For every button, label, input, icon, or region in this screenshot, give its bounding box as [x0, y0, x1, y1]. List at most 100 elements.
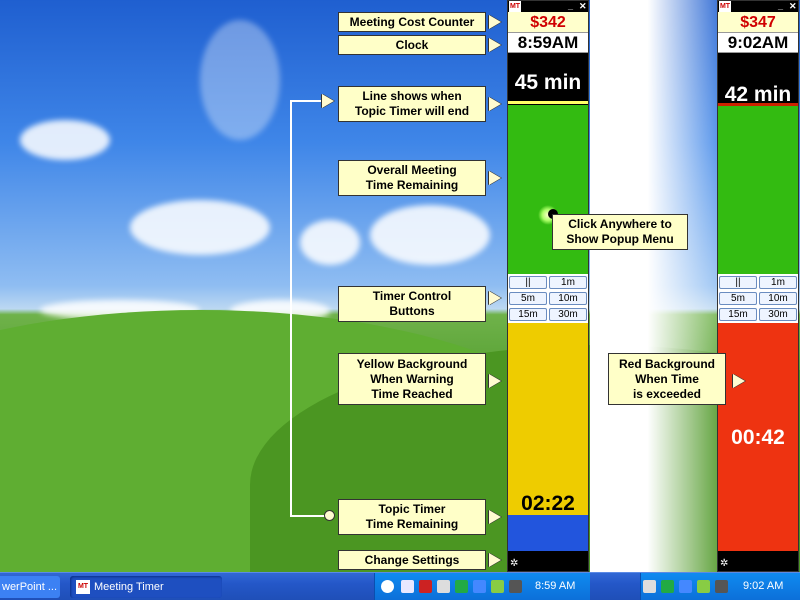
taskbar: werPoint ... MT Meeting Timer 8:59 AM 9:0…: [0, 572, 800, 600]
settings-gear-icon[interactable]: ✲: [510, 559, 518, 569]
topic-timer-overtime: 00:42: [731, 426, 785, 449]
timer-titlebar[interactable]: MT _ ✕: [508, 1, 588, 12]
arrow-icon: [322, 94, 334, 108]
app-logo-icon: MT: [719, 1, 731, 12]
callout-text: Meeting Cost Counter: [349, 14, 475, 29]
arrow-icon: [489, 171, 501, 185]
tray-app-icon[interactable]: [455, 580, 468, 593]
callout-text: Overall Meeting: [367, 163, 457, 177]
clock: 8:59AM: [508, 33, 588, 53]
topic-end-line: [508, 101, 588, 104]
callout-text: Change Settings: [364, 552, 460, 567]
settings-gear-icon[interactable]: ✲: [720, 559, 728, 569]
arrow-icon: [489, 374, 501, 388]
callout-yellow-background: Yellow Background When Warning Time Reac…: [338, 353, 486, 405]
arrow-icon: [733, 374, 745, 388]
callout-text: When Warning: [370, 371, 454, 386]
tray-clock[interactable]: 9:02 AM: [743, 580, 783, 592]
meeting-timer-window-exceeded[interactable]: MT _ ✕ $347 9:02AM 42 min || 1m 5m 10m 1…: [717, 0, 799, 572]
callout-text: Yellow Background: [356, 356, 468, 371]
taskbar-item-powerpoint[interactable]: werPoint ...: [0, 576, 60, 598]
callout-text: Time Remaining: [365, 178, 459, 192]
meeting-cost-counter: $342: [508, 12, 588, 33]
callout-timer-control-buttons: Timer Control Buttons: [338, 286, 486, 322]
tray-display-icon[interactable]: [509, 580, 522, 593]
overall-time-remaining: 45 min: [514, 71, 582, 94]
green-time-bar[interactable]: [718, 106, 798, 274]
timer-control-buttons: || 1m 5m 10m 15m 30m: [718, 274, 798, 323]
cloud: [20, 120, 110, 160]
yellow-warning-bar[interactable]: [508, 323, 588, 515]
connector-line: [290, 515, 326, 517]
tray-network-icon[interactable]: [697, 580, 710, 593]
callout-text: Topic Timer: [378, 502, 446, 516]
callout-click-anywhere: Click Anywhere to Show Popup Menu: [552, 214, 688, 250]
add-5m-button[interactable]: 5m: [719, 292, 757, 305]
cloud: [200, 20, 280, 140]
topic-timer-remaining: 02:22: [521, 492, 575, 515]
tray-zone-icon[interactable]: [679, 580, 692, 593]
callout-text: Topic Timer will end: [354, 104, 470, 118]
meeting-cost-counter: $347: [718, 12, 798, 33]
arrow-icon: [489, 97, 501, 111]
callout-text: Clock: [395, 37, 429, 52]
arrow-icon: [489, 291, 501, 305]
meeting-timer-window[interactable]: MT _ ✕ $342 8:59AM 45 min || 1m 5m 10m 1…: [507, 0, 589, 572]
tray-mail-icon[interactable]: [401, 580, 414, 593]
add-10m-button[interactable]: 10m: [549, 292, 587, 305]
callout-meeting-cost-counter: Meeting Cost Counter: [338, 12, 486, 32]
callout-clock: Clock: [338, 35, 486, 55]
timer-control-buttons: || 1m 5m 10m 15m 30m: [508, 274, 588, 323]
tray-shield-icon[interactable]: [419, 580, 432, 593]
cloud: [300, 220, 360, 265]
app-logo-icon: MT: [509, 1, 521, 12]
tray-collapse-icon[interactable]: [381, 580, 394, 593]
add-10m-button[interactable]: 10m: [759, 292, 797, 305]
pause-button[interactable]: ||: [509, 276, 547, 289]
add-1m-button[interactable]: 1m: [759, 276, 797, 289]
timer-titlebar[interactable]: MT _ ✕: [718, 1, 798, 12]
callout-text: Time Reached: [371, 386, 453, 401]
cloud: [130, 200, 270, 255]
clock: 9:02AM: [718, 33, 798, 53]
add-30m-button[interactable]: 30m: [759, 308, 797, 321]
callout-text: Line shows when: [362, 89, 462, 103]
tray-monitor-icon[interactable]: [437, 580, 450, 593]
minimize-icon[interactable]: _: [568, 1, 573, 12]
app-logo-icon: MT: [76, 580, 90, 595]
minimize-icon[interactable]: _: [778, 1, 783, 12]
system-tray-right: 9:02 AM: [640, 573, 800, 600]
callout-red-background: Red Background When Time is exceeded: [608, 353, 726, 405]
callout-text: When Time: [635, 371, 699, 386]
callout-text: Buttons: [389, 304, 435, 318]
topic-timer-bar[interactable]: [508, 515, 588, 551]
connector-dot: [324, 510, 335, 521]
callout-text: Click Anywhere to: [568, 217, 672, 231]
add-1m-button[interactable]: 1m: [549, 276, 587, 289]
arrow-icon: [489, 15, 501, 29]
add-15m-button[interactable]: 15m: [719, 308, 757, 321]
add-5m-button[interactable]: 5m: [509, 292, 547, 305]
taskbar-item-label: Meeting Timer: [94, 581, 164, 593]
taskbar-item-meeting-timer[interactable]: MT Meeting Timer: [70, 576, 222, 598]
connector-line: [290, 100, 292, 516]
screenshot-divider-fade: [590, 0, 718, 600]
tray-network-icon[interactable]: [491, 580, 504, 593]
add-15m-button[interactable]: 15m: [509, 308, 547, 321]
tray-zone-icon[interactable]: [473, 580, 486, 593]
pause-button[interactable]: ||: [719, 276, 757, 289]
callout-text: is exceeded: [632, 386, 702, 401]
connector-line: [290, 100, 326, 102]
close-icon[interactable]: ✕: [579, 1, 587, 12]
tray-display-icon[interactable]: [715, 580, 728, 593]
close-icon[interactable]: ✕: [789, 1, 797, 12]
tray-clock[interactable]: 8:59 AM: [535, 580, 575, 592]
system-tray-left: 8:59 AM: [374, 573, 590, 600]
arrow-icon: [489, 38, 501, 52]
tray-app-icon[interactable]: [661, 580, 674, 593]
tray-monitor-icon[interactable]: [643, 580, 656, 593]
callout-text: Red Background: [618, 356, 715, 371]
callout-change-settings: Change Settings: [338, 550, 486, 570]
add-30m-button[interactable]: 30m: [549, 308, 587, 321]
callout-text: Time Remaining: [365, 517, 459, 531]
